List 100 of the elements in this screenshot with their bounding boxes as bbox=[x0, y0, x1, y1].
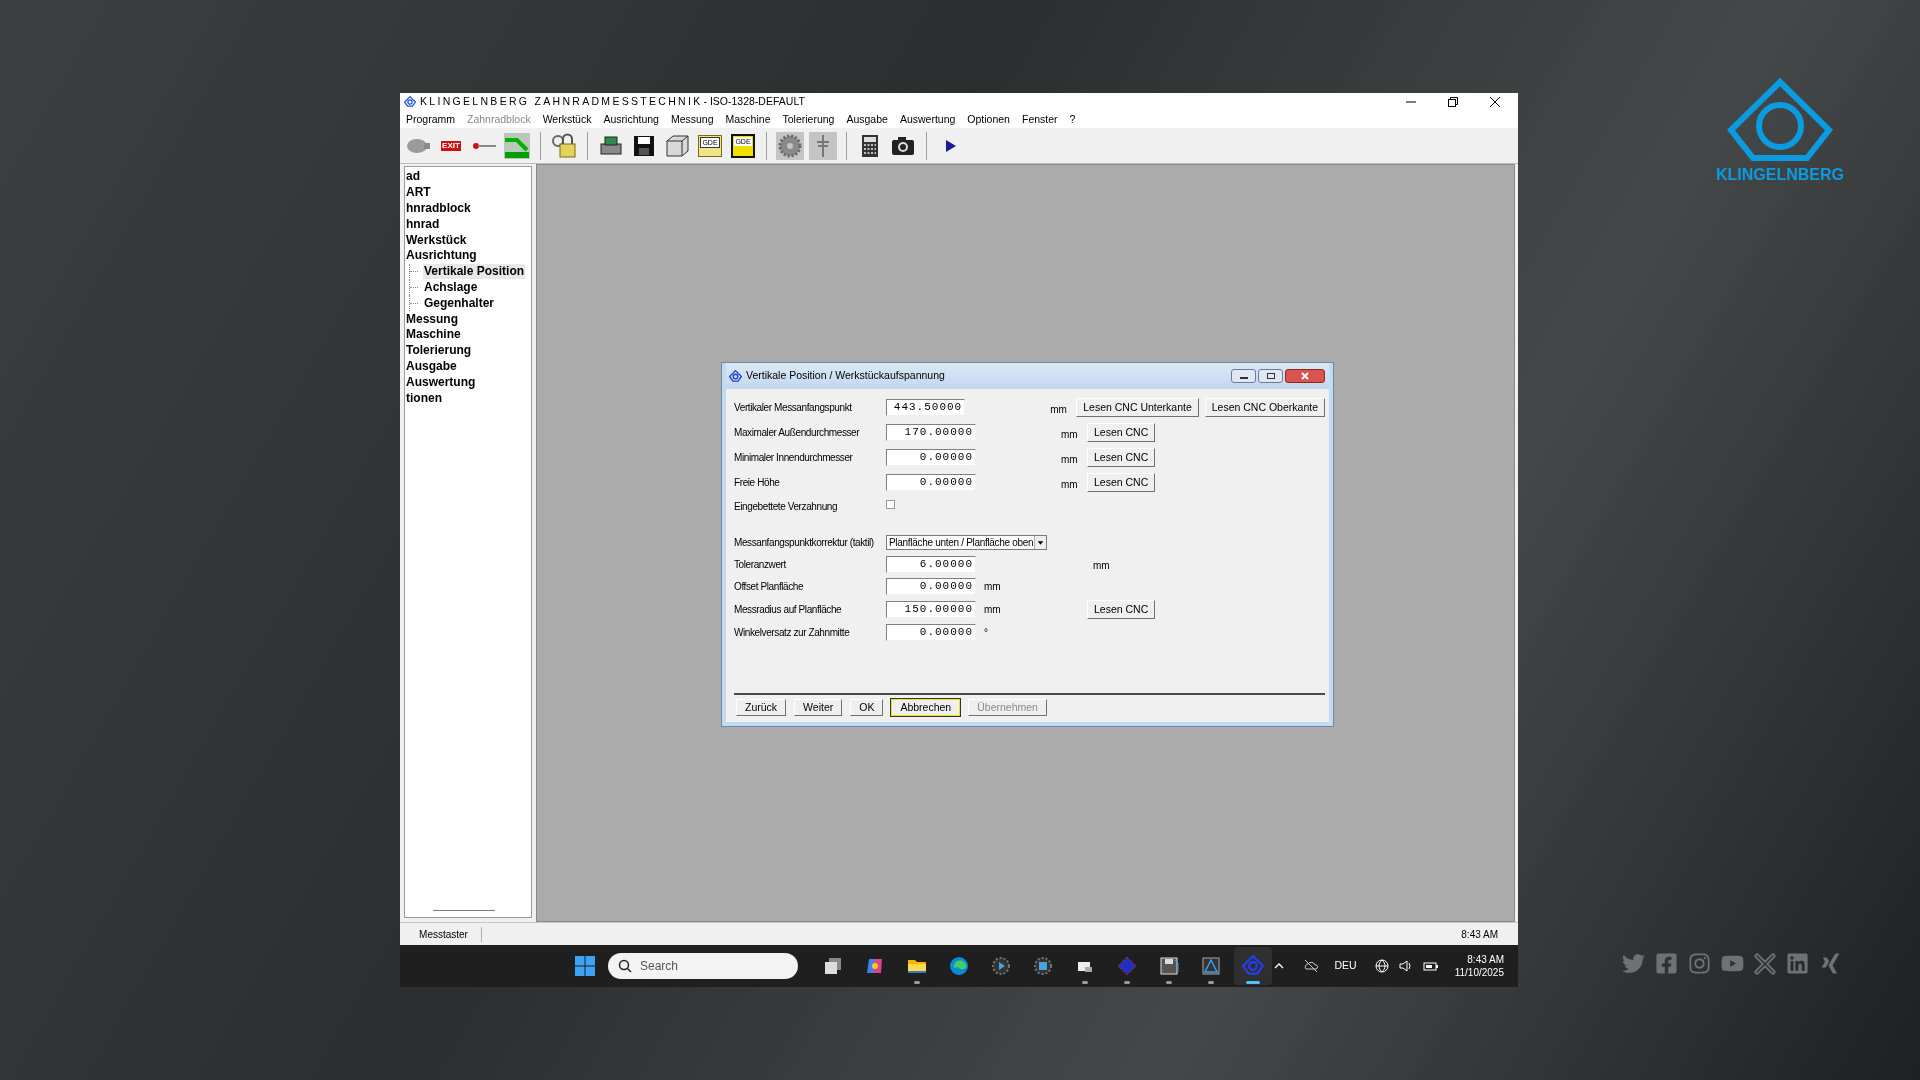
clock-date[interactable]: 11/10/2025 bbox=[1454, 966, 1504, 979]
field-label: Offset Planfläche bbox=[734, 580, 805, 594]
close-icon[interactable] bbox=[1490, 97, 1500, 107]
exit-button[interactable]: EXIT bbox=[437, 131, 465, 160]
search-field[interactable]: Search bbox=[608, 953, 798, 979]
read-cnc-button[interactable]: Lesen CNC bbox=[1087, 600, 1156, 619]
number-field[interactable]: 0.00000 bbox=[886, 449, 976, 466]
tree-item[interactable]: Vertikale Position bbox=[423, 264, 526, 280]
social-icon[interactable] bbox=[1688, 952, 1711, 975]
tree-item[interactable]: hnradblock bbox=[405, 201, 472, 216]
unit-label: mm bbox=[1050, 402, 1068, 417]
wave-icon[interactable] bbox=[949, 956, 969, 976]
menu-item[interactable]: Fenster bbox=[1021, 111, 1058, 128]
lock-icon[interactable] bbox=[550, 131, 578, 160]
tree-item[interactable]: hnrad bbox=[405, 216, 441, 232]
menu-item[interactable]: Werkstück bbox=[542, 111, 592, 128]
number-field[interactable]: 6.00000 bbox=[886, 555, 976, 573]
menu-item[interactable]: ? bbox=[1069, 111, 1076, 128]
menu-item[interactable]: Ausrichtung bbox=[603, 111, 659, 128]
close-button[interactable] bbox=[1285, 369, 1325, 383]
clock-time[interactable]: 8:43 AM bbox=[1467, 953, 1504, 966]
taskbar-app[interactable] bbox=[1234, 947, 1272, 985]
social-icon[interactable] bbox=[1754, 952, 1776, 975]
cloud-off-icon[interactable] bbox=[1302, 958, 1319, 974]
tree-item[interactable]: Messung bbox=[405, 311, 459, 327]
social-icon[interactable] bbox=[1622, 952, 1645, 975]
play-icon[interactable] bbox=[991, 956, 1011, 976]
minimize-button[interactable] bbox=[1231, 369, 1256, 383]
unit-label: mm bbox=[1061, 477, 1079, 492]
social-icon[interactable] bbox=[1655, 952, 1678, 975]
number-field[interactable]: 443.50000 bbox=[886, 399, 966, 416]
field-label: Minimaler Innendurchmesser bbox=[734, 451, 854, 465]
tool-icon[interactable] bbox=[809, 131, 837, 160]
triangle-icon[interactable] bbox=[1201, 956, 1221, 976]
dialog-button[interactable]: Abbrechen bbox=[891, 699, 961, 716]
menu-item[interactable]: Optionen bbox=[967, 111, 1010, 128]
number-field[interactable]: 170.00000 bbox=[886, 424, 976, 441]
dialog-button[interactable]: Weiter bbox=[794, 699, 843, 716]
read-cnc-button[interactable]: Lesen CNC Unterkante bbox=[1076, 398, 1199, 417]
globe-icon[interactable] bbox=[1374, 959, 1389, 973]
status-time: 8:43 AM bbox=[1461, 927, 1498, 942]
tree-item[interactable]: Maschine bbox=[405, 327, 462, 343]
gear-icon[interactable] bbox=[776, 131, 804, 160]
tree-item[interactable]: Ausgabe bbox=[405, 358, 458, 374]
field-label: Freie Höhe bbox=[734, 476, 781, 490]
language-indicator[interactable]: DEU bbox=[1334, 958, 1357, 974]
gear-icon[interactable] bbox=[1033, 956, 1053, 976]
tree-item[interactable]: ad bbox=[405, 169, 421, 185]
speaker-icon[interactable] bbox=[1398, 959, 1413, 973]
read-cnc-button[interactable]: Lesen CNC bbox=[1087, 423, 1156, 442]
menu-item[interactable]: Tolerierung bbox=[782, 111, 835, 128]
field-label: Winkelversatz zur Zahnmitte bbox=[734, 626, 851, 640]
number-field[interactable]: 0.00000 bbox=[886, 624, 976, 641]
chart-icon[interactable] bbox=[503, 131, 531, 160]
tree-item[interactable]: Auswertung bbox=[405, 374, 477, 390]
dropdown[interactable]: Planfläche unten / Planfläche oben bbox=[886, 535, 1048, 550]
dialog-button[interactable]: Zurück bbox=[736, 699, 787, 716]
tree-item[interactable]: Tolerierung bbox=[405, 343, 473, 359]
window-title: KLINGELNBERG ZAHNRADMESSTECHNIK bbox=[420, 94, 703, 110]
unit-label: mm bbox=[983, 580, 1002, 594]
tree-item[interactable]: ART bbox=[405, 185, 432, 201]
social-icon[interactable] bbox=[1819, 952, 1842, 975]
number-field[interactable]: 0.00000 bbox=[886, 474, 976, 491]
tree-item[interactable]: Gegenhalter bbox=[423, 295, 496, 311]
checkbox[interactable] bbox=[886, 500, 895, 509]
menu-item[interactable]: Auswertung bbox=[899, 111, 956, 128]
brand-name: KLINGELNBERG bbox=[1716, 166, 1844, 184]
logo-icon bbox=[1242, 955, 1264, 977]
tree-item[interactable]: Achslage bbox=[423, 279, 479, 295]
field-label: Maximaler Außendurchmesser bbox=[734, 426, 861, 440]
logo-icon bbox=[1725, 78, 1835, 164]
swirl-icon[interactable] bbox=[865, 956, 885, 976]
number-field[interactable]: 150.00000 bbox=[886, 601, 976, 618]
menu-item[interactable]: Programm bbox=[406, 111, 455, 128]
menu-item[interactable]: Maschine bbox=[725, 111, 771, 128]
menu-item[interactable]: Messung bbox=[670, 111, 714, 128]
unit-label: mm bbox=[983, 603, 1002, 617]
search-icon bbox=[618, 959, 632, 973]
status-panel: Messtaster bbox=[406, 926, 482, 942]
unit-label: mm bbox=[1061, 452, 1079, 467]
logo-icon bbox=[729, 369, 742, 383]
social-icon[interactable] bbox=[1786, 952, 1809, 975]
restore-icon[interactable] bbox=[1448, 97, 1458, 107]
read-cnc-button[interactable]: Lesen CNC bbox=[1087, 448, 1156, 467]
read-cnc-button[interactable]: Lesen CNC Oberkante bbox=[1204, 398, 1325, 417]
battery-icon[interactable] bbox=[1422, 959, 1439, 973]
start-icon[interactable] bbox=[574, 955, 596, 977]
dialog-title: Vertikale Position / Werkstückaufspannung bbox=[746, 368, 945, 384]
dialog-button[interactable]: OK bbox=[850, 699, 884, 716]
tree-item[interactable]: Ausrichtung bbox=[405, 248, 478, 264]
unit-label: mm bbox=[1093, 559, 1110, 573]
unit-label: ° bbox=[983, 626, 989, 640]
read-cnc-button[interactable]: Lesen CNC bbox=[1087, 473, 1156, 492]
tree-item[interactable]: tionen bbox=[405, 390, 443, 406]
windows-stack-icon[interactable] bbox=[823, 956, 843, 976]
menu-item[interactable]: Ausgabe bbox=[846, 111, 888, 128]
field-label: Vertikaler Messanfangspunkt bbox=[734, 401, 853, 415]
tree-item[interactable]: Werkstück bbox=[405, 232, 468, 248]
maximize-button[interactable] bbox=[1258, 369, 1283, 383]
number-field[interactable]: 0.00000 bbox=[886, 578, 976, 595]
